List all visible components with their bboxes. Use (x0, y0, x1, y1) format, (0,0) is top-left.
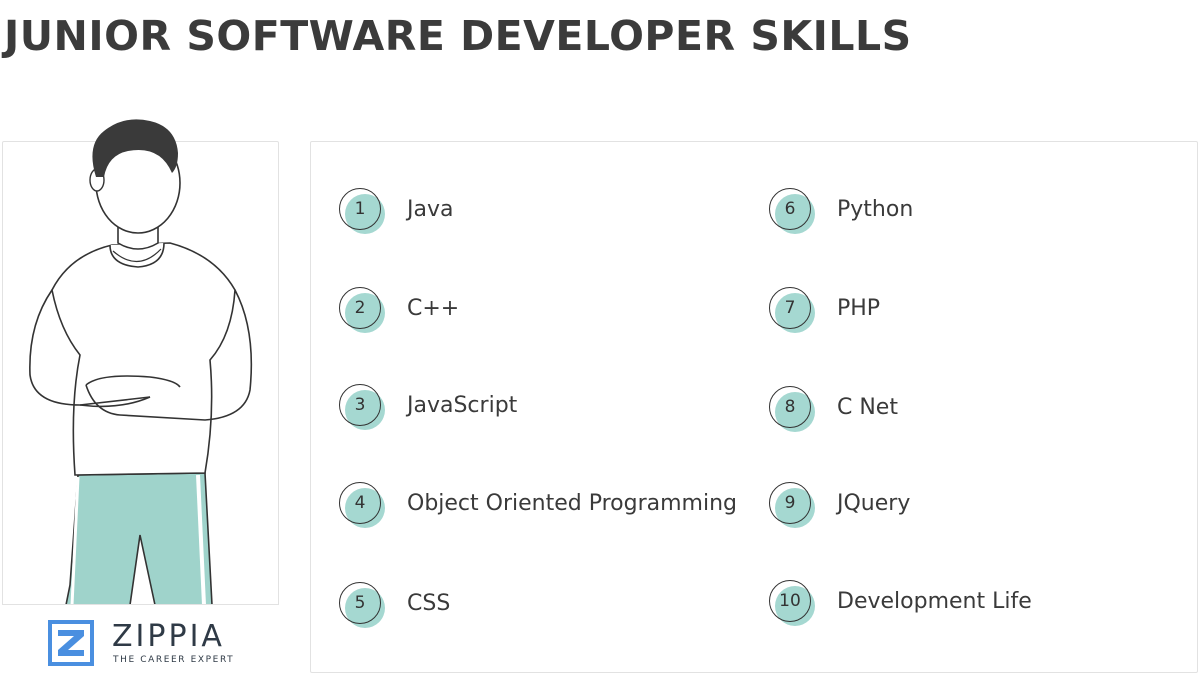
number-badge: 1 (339, 188, 391, 240)
page-title: JUNIOR SOFTWARE DEVELOPER SKILLS (4, 12, 912, 60)
skill-label: PHP (837, 296, 881, 321)
skill-label: Java (407, 197, 454, 222)
skill-item: 3 JavaScript (339, 384, 759, 434)
brand-logo-bar: ZIPPIA THE CAREER EXPERT (2, 604, 279, 673)
skill-label: C++ (407, 296, 460, 321)
skill-item: 4 Object Oriented Programming (339, 482, 759, 532)
number-badge: 10 (769, 580, 821, 632)
skill-item: 9 JQuery (769, 482, 1189, 532)
number-badge: 3 (339, 384, 391, 436)
number-badge: 8 (769, 386, 821, 438)
number-badge: 2 (339, 287, 391, 339)
skills-card: 1 Java 2 C++ 3 JavaScript 4 Object Orien… (310, 141, 1198, 673)
skill-label: C Net (837, 395, 898, 420)
skill-item: 6 Python (769, 188, 1189, 238)
skill-item: 1 Java (339, 188, 759, 238)
skill-item: 10 Development Life (769, 580, 1189, 630)
skill-label: Development Life (837, 589, 1032, 614)
person-illustration (29, 119, 253, 606)
skill-item: 2 C++ (339, 287, 759, 337)
number-badge: 7 (769, 287, 821, 339)
number-badge: 6 (769, 188, 821, 240)
zippia-logo-icon (48, 620, 94, 666)
number-badge: 5 (339, 582, 391, 634)
brand-tagline: THE CAREER EXPERT (113, 655, 235, 665)
number-badge: 4 (339, 482, 391, 534)
brand-name: ZIPPIA (112, 619, 225, 654)
skill-label: JavaScript (407, 393, 518, 418)
skill-label: Object Oriented Programming (407, 491, 737, 516)
skill-label: CSS (407, 591, 451, 616)
skill-item: 8 C Net (769, 386, 1189, 436)
number-badge: 9 (769, 482, 821, 534)
skill-item: 5 CSS (339, 582, 759, 632)
skill-item: 7 PHP (769, 287, 1189, 337)
skill-label: Python (837, 197, 914, 222)
skill-label: JQuery (837, 491, 911, 516)
